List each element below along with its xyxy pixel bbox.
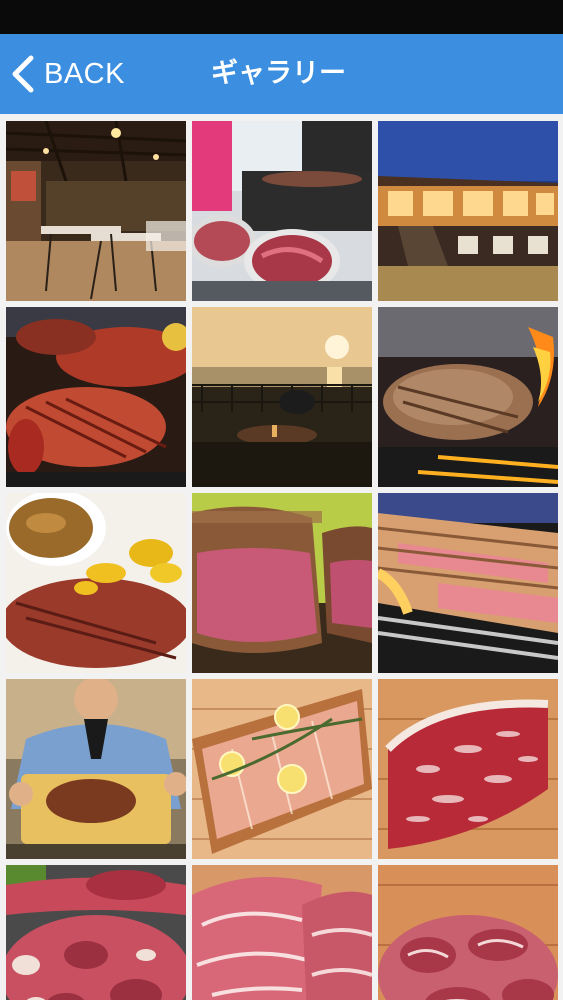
gallery-photo-restaurant-exterior-night[interactable] xyxy=(378,121,558,301)
gallery-photo-grilled-meat-platter[interactable] xyxy=(6,307,186,487)
gallery-photo-mixed-meat-platter[interactable] xyxy=(6,865,186,1000)
page-title: ギャラリー xyxy=(211,58,346,89)
navigation-bar: BACK ギャラリー xyxy=(0,34,563,114)
gallery-photo-rare-steak-cut[interactable] xyxy=(192,493,372,673)
gallery-photo-chef-holding-steak-board[interactable] xyxy=(6,679,186,859)
back-label: BACK xyxy=(44,57,125,90)
photo-gallery xyxy=(0,114,563,1000)
gallery-photo-raw-pork-slices[interactable] xyxy=(192,865,372,1000)
gallery-photo-steak-with-sauce-and-potatoes[interactable] xyxy=(6,493,186,673)
gallery-photo-sunset-ocean-view-terrace[interactable] xyxy=(192,307,372,487)
back-button[interactable]: BACK xyxy=(10,34,125,114)
gallery-photo-sliced-steak-on-grill[interactable] xyxy=(378,493,558,673)
gallery-photo-raw-meat-chunks[interactable] xyxy=(378,865,558,1000)
gallery-photo-restaurant-interior[interactable] xyxy=(6,121,186,301)
gallery-photo-grilling-meat-on-tray[interactable] xyxy=(192,121,372,301)
gallery-photo-steak-on-flaming-grill[interactable] xyxy=(378,307,558,487)
gallery-photo-salmon-with-lemon-on-plank[interactable] xyxy=(192,679,372,859)
status-bar xyxy=(0,0,563,34)
gallery-photo-marbled-wagyu-beef[interactable] xyxy=(378,679,558,859)
chevron-left-icon xyxy=(10,54,36,94)
